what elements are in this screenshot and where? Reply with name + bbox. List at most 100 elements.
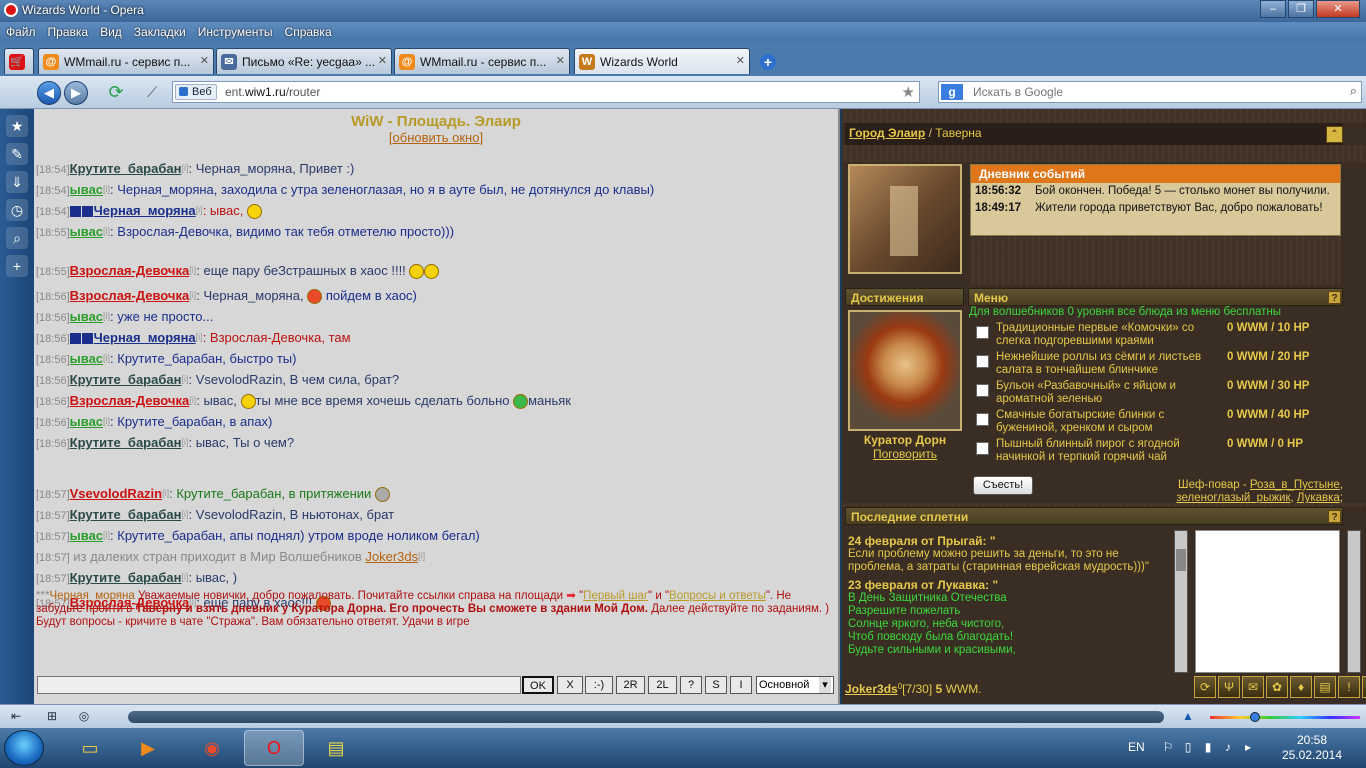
- collapse-up-icon[interactable]: ⌃: [1326, 126, 1343, 143]
- zoom-slider[interactable]: [1210, 712, 1360, 722]
- media-player-icon[interactable]: ▶: [118, 730, 178, 766]
- refresh-icon[interactable]: ⟳: [1194, 676, 1216, 698]
- search-icon[interactable]: ⌕: [1350, 83, 1357, 99]
- 2r-button[interactable]: 2R: [616, 676, 645, 694]
- tab-close-icon[interactable]: ✕: [736, 54, 745, 67]
- url-text[interactable]: ent.wiw1.ru/router: [225, 85, 320, 99]
- gossip-input[interactable]: [1195, 530, 1340, 673]
- gift-icon[interactable]: ✿: [1266, 676, 1288, 698]
- power-icon[interactable]: ▯: [1180, 740, 1196, 756]
- city-link[interactable]: Город Элаир: [849, 126, 925, 140]
- flag-icon[interactable]: ▸: [1240, 740, 1256, 756]
- i-button[interactable]: I: [730, 676, 752, 694]
- add-panel-icon[interactable]: +: [6, 255, 28, 277]
- chat-nick[interactable]: Крутите_барабан: [70, 435, 182, 450]
- address-field[interactable]: Веб ent.wiw1.ru/router ★: [172, 81, 920, 103]
- clear-button[interactable]: X: [557, 676, 583, 694]
- info-link[interactable]: [i]: [103, 416, 110, 426]
- info-link[interactable]: [i]: [196, 205, 203, 215]
- wand-icon[interactable]: ⟋: [140, 81, 164, 105]
- eat-button[interactable]: Съесть!: [973, 476, 1033, 495]
- info-link[interactable]: [i]: [103, 353, 110, 363]
- joker-link[interactable]: Joker3ds: [365, 549, 418, 564]
- gossip-scrollbar[interactable]: [1174, 530, 1188, 673]
- bookmark-star-icon[interactable]: ★: [902, 83, 915, 101]
- reload-icon[interactable]: ⟳: [104, 81, 128, 105]
- chat-nick[interactable]: Крутите_барабан: [70, 507, 182, 522]
- back-arrow-icon[interactable]: ◀: [37, 81, 61, 105]
- volume-icon[interactable]: ♪: [1220, 740, 1236, 756]
- menu-item-checkbox[interactable]: [976, 326, 989, 339]
- bookmarks-star-icon[interactable]: ★: [6, 115, 28, 137]
- menu-file[interactable]: Файл: [0, 22, 42, 42]
- menu-item-checkbox[interactable]: [976, 442, 989, 455]
- curator-dorn-portrait[interactable]: [848, 310, 962, 431]
- chat-nick[interactable]: ывас: [70, 414, 103, 429]
- book-icon[interactable]: ▤: [1314, 676, 1336, 698]
- notes-icon[interactable]: ✎: [6, 143, 28, 165]
- info-link[interactable]: [i]: [196, 332, 203, 342]
- panel-toggle-icon[interactable]: ⇤: [8, 709, 24, 725]
- downloads-icon[interactable]: ⇓: [6, 171, 28, 193]
- search-input[interactable]: [973, 84, 1333, 100]
- chat-nick[interactable]: Взрослая-Девочка: [70, 263, 190, 278]
- clothes-icon[interactable]: ♦: [1290, 676, 1312, 698]
- chat-nick[interactable]: Крутите_барабан: [70, 372, 182, 387]
- tab-wmmail-1[interactable]: @ WMmail.ru - сервис п... ✕: [38, 48, 214, 74]
- turbo-icon[interactable]: ⊞: [44, 709, 60, 725]
- chrome-icon[interactable]: ◉: [182, 730, 242, 766]
- signal-icon[interactable]: ▮: [1200, 740, 1216, 756]
- forward-arrow-icon[interactable]: ▶: [64, 81, 88, 105]
- chat-nick[interactable]: Черная_моряна: [94, 330, 196, 345]
- chat-nick[interactable]: ывас: [70, 528, 103, 543]
- tab-close-icon[interactable]: ✕: [200, 54, 209, 67]
- welcome-nick[interactable]: Черная_моряна: [49, 590, 134, 602]
- history-icon[interactable]: ◷: [6, 199, 28, 221]
- menu-bookmarks[interactable]: Закладки: [128, 22, 192, 42]
- chef-link[interactable]: Роза_в_Пустыне: [1250, 479, 1340, 491]
- smileys-button[interactable]: :-): [585, 676, 613, 694]
- menu-item-checkbox[interactable]: [976, 355, 989, 368]
- search-box[interactable]: g ⌕: [938, 81, 1362, 103]
- send-ok-button[interactable]: OK: [522, 676, 554, 694]
- menu-help-icon[interactable]: ?: [1328, 291, 1341, 304]
- gossip-help-icon[interactable]: ?: [1328, 510, 1341, 523]
- refresh-window-link[interactable]: обновить окно: [393, 130, 480, 145]
- fork-icon[interactable]: Ψ: [1218, 676, 1240, 698]
- zoom-search-icon[interactable]: ⌕: [6, 227, 28, 249]
- speed-dial-icon[interactable]: ▲: [1180, 709, 1196, 725]
- chat-nick[interactable]: ывас: [70, 309, 103, 324]
- start-button[interactable]: [4, 730, 44, 766]
- clock[interactable]: 20:58 25.02.2014: [1276, 733, 1348, 763]
- chat-input[interactable]: [37, 676, 521, 694]
- network-icon[interactable]: ⚐: [1160, 740, 1176, 756]
- menu-edit[interactable]: Правка: [42, 22, 95, 42]
- info-link[interactable]: [i]: [103, 311, 110, 321]
- menu-help[interactable]: Справка: [279, 22, 338, 42]
- info-link[interactable]: [i]: [103, 530, 110, 540]
- info-link[interactable]: [i]: [103, 184, 110, 194]
- chat-nick[interactable]: Взрослая-Девочка: [70, 393, 190, 408]
- menu-item-checkbox[interactable]: [976, 384, 989, 397]
- new-tab-button[interactable]: +: [760, 54, 776, 70]
- mail-icon[interactable]: ✉: [1242, 676, 1264, 698]
- chat-nick[interactable]: Крутите_барабан: [70, 570, 182, 585]
- close-window-button[interactable]: ✕: [1316, 0, 1360, 18]
- chat-nick[interactable]: VsevolodRazin: [70, 486, 162, 501]
- google-icon[interactable]: g: [941, 84, 963, 100]
- language-indicator[interactable]: EN: [1128, 740, 1145, 754]
- menu-tools[interactable]: Инструменты: [192, 22, 279, 42]
- tab-mail[interactable]: ✉ Письмо «Re: уесgaa» ... ✕: [216, 48, 392, 74]
- channel-select[interactable]: Основной: [756, 676, 834, 694]
- chat-nick[interactable]: Черная_моряна: [94, 203, 196, 218]
- sticky-notes-icon[interactable]: ▤: [306, 730, 366, 766]
- menu-view[interactable]: Вид: [94, 22, 128, 42]
- alert-icon[interactable]: !: [1338, 676, 1360, 698]
- web-badge[interactable]: Веб: [175, 84, 217, 100]
- first-step-link[interactable]: Первый шаг: [583, 590, 648, 602]
- explorer-icon[interactable]: ▭: [60, 730, 120, 766]
- minimize-button[interactable]: –: [1260, 0, 1286, 18]
- maximize-button[interactable]: ❐: [1288, 0, 1314, 18]
- 2l-button[interactable]: 2L: [648, 676, 677, 694]
- exit-icon[interactable]: ⚑: [1362, 676, 1366, 698]
